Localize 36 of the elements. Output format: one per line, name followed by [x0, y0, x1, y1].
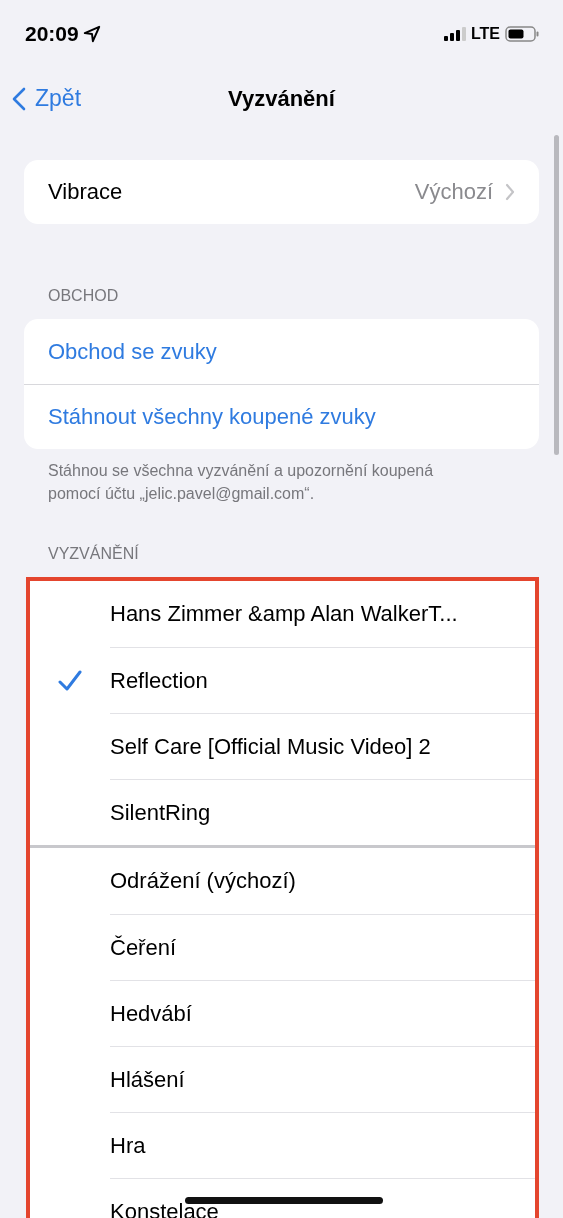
ringtone-name: SilentRing [110, 799, 211, 826]
vibration-row[interactable]: Vibrace Výchozí [24, 160, 539, 224]
back-button[interactable]: Zpět [12, 85, 82, 112]
clock-time: 20:09 [25, 22, 79, 46]
ringtone-row[interactable]: Reflection [110, 647, 535, 713]
ringtone-name: Hedvábí [110, 1000, 192, 1027]
ringtone-name: Odrážení (výchozí) [110, 868, 296, 894]
screen-title: Vyzvánění [228, 86, 335, 112]
ringtone-name: Hans Zimmer &amp Alan WalkerT... [110, 601, 458, 627]
store-link[interactable]: Obchod se zvuky [24, 319, 539, 384]
section-footer: Stáhnou se všechna vyzvánění a upozornění koupená pomocí účtu „jelic.pavel@gmail.com“. [24, 449, 492, 505]
ringtone-name: Self Care [Official Music Video] 2 [110, 733, 431, 760]
row-value: Výchozí [414, 179, 493, 205]
ringtone-row[interactable]: SilentRing [110, 779, 535, 845]
chevron-left-icon [12, 86, 26, 111]
ringtone-name: Konstelace [110, 1198, 219, 1218]
row-label: Vibrace [48, 179, 124, 205]
ringtone-row[interactable]: Self Care [Official Music Video] 2 [110, 713, 535, 779]
ringtone-name: Čeření [110, 934, 177, 961]
battery-icon [505, 26, 539, 42]
section-header: VYZVÁNĚNÍ [47, 545, 140, 563]
ringtone-row[interactable]: Hans Zimmer &amp Alan WalkerT... [30, 581, 535, 647]
location-arrow-icon [82, 25, 101, 43]
chevron-right-icon [505, 183, 515, 201]
ringtone-name: Hlášení [110, 1066, 185, 1093]
ringtone-row[interactable]: Hra [110, 1112, 535, 1178]
ringtone-row[interactable]: Čeření [110, 914, 535, 980]
ringtone-name: Reflection [110, 667, 208, 694]
network-label: LTE [470, 25, 500, 43]
section-header: OBCHOD [47, 287, 120, 305]
ringtone-row[interactable]: Hlášení [110, 1046, 535, 1112]
ringtone-name: Hra [110, 1132, 146, 1159]
store-link[interactable]: Stáhnout všechny koupené zvuky [24, 384, 539, 449]
ringtone-row[interactable]: Odrážení (výchozí) [30, 848, 535, 914]
ringtone-row[interactable]: Hedvábí [110, 980, 535, 1046]
signal-icon [443, 27, 466, 41]
